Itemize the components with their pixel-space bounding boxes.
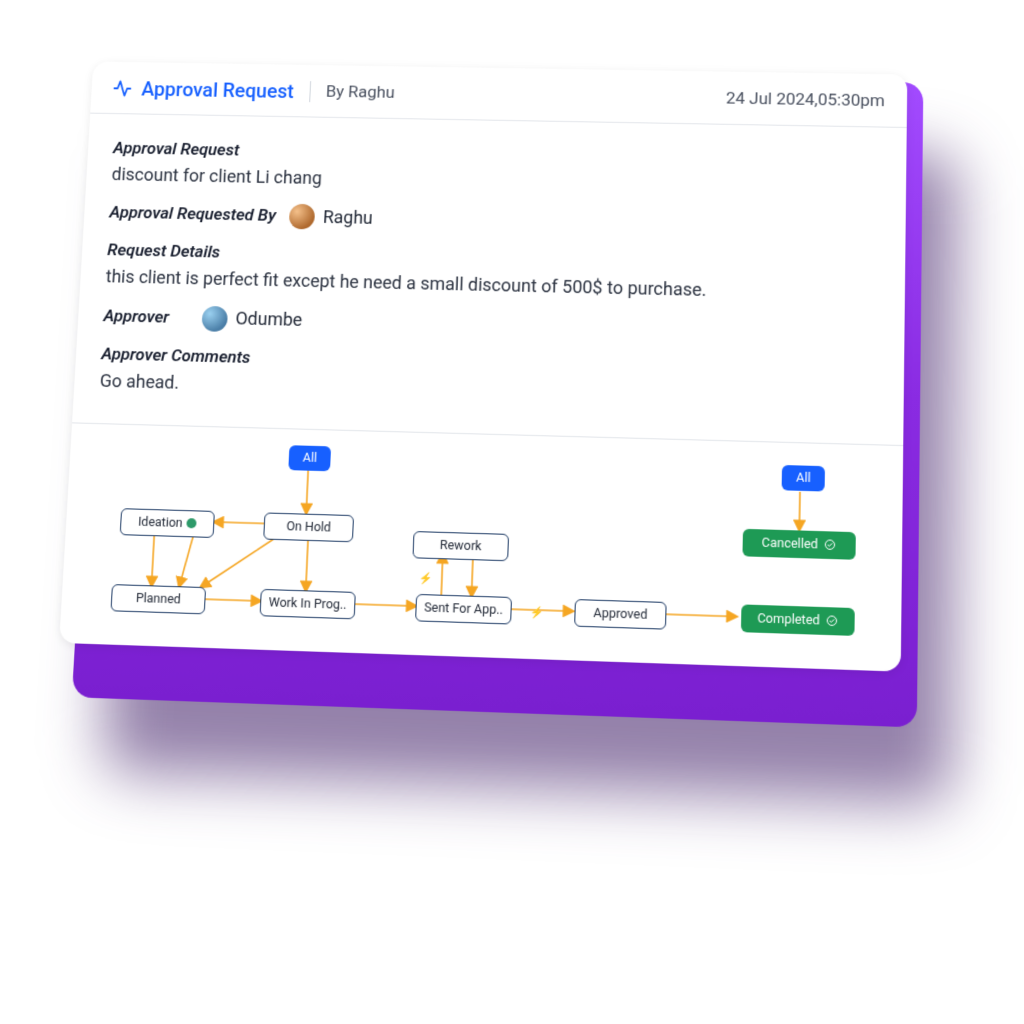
card-title-text: Approval Request: [141, 77, 294, 102]
card-body: Approval Request discount for client Li …: [73, 114, 907, 427]
requested-by-row: Approval Requested By Raghu: [109, 200, 880, 241]
workflow-node-ideation[interactable]: Ideation: [120, 508, 215, 538]
workflow-node-sent-for-approval[interactable]: Sent For App..: [415, 594, 512, 625]
requested-by-name: Raghu: [323, 207, 374, 228]
workflow-node-planned[interactable]: Planned: [110, 584, 206, 614]
workflow-node-completed[interactable]: Completed: [741, 604, 855, 636]
workflow-node-cancelled[interactable]: Cancelled: [742, 529, 855, 560]
workflow-all-left[interactable]: All: [288, 445, 331, 471]
avatar-icon: [202, 305, 229, 331]
approver-person[interactable]: Odumbe: [202, 305, 303, 333]
avatar-icon: [289, 204, 316, 230]
header-datetime: 24 Jul 2024,05:30pm: [726, 89, 885, 111]
requested-by-label: Approval Requested By: [109, 203, 277, 226]
approver-row: Approver Odumbe: [103, 303, 878, 347]
activity-icon: [112, 79, 132, 98]
user-dot-icon: [186, 519, 196, 529]
workflow-node-approved[interactable]: Approved: [574, 599, 667, 630]
header-byline: By Raghu: [325, 82, 395, 102]
svg-text:⚡: ⚡: [530, 605, 544, 619]
approval-request-card: Approval Request By Raghu 24 Jul 2024,05…: [59, 61, 907, 671]
svg-text:⚡: ⚡: [418, 571, 432, 585]
workflow-all-right[interactable]: All: [782, 465, 826, 492]
workflow-node-onhold[interactable]: On Hold: [263, 512, 354, 542]
workflow-node-wip[interactable]: Work In Prog..: [260, 589, 356, 619]
card-title: Approval Request: [112, 77, 294, 103]
workflow-node-rework[interactable]: Rework: [412, 531, 509, 561]
header-divider: [309, 81, 311, 102]
check-circle-icon: [824, 539, 837, 552]
requested-by-person[interactable]: Raghu: [289, 204, 373, 231]
check-circle-icon: [826, 615, 839, 628]
approver-label: Approver: [103, 306, 170, 327]
workflow-diagram: ⚡ ⚡ All Ideation On Hold Rework Planned …: [59, 423, 903, 671]
approver-name: Odumbe: [235, 309, 303, 331]
